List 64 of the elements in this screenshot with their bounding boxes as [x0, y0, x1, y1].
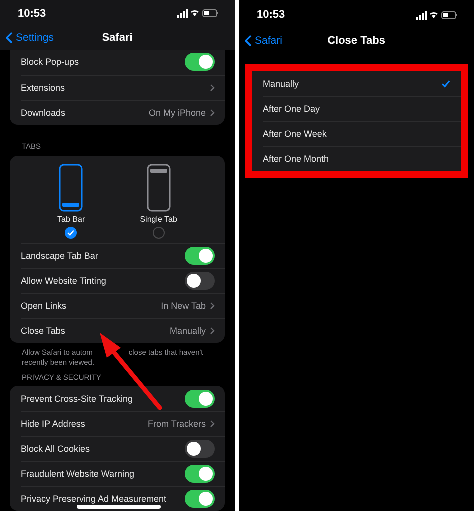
toggle-switch[interactable] [185, 272, 215, 290]
toggle-switch[interactable] [185, 246, 215, 265]
settings-row[interactable]: Open Links In New Tab [21, 292, 225, 318]
row-value: Manually [170, 326, 206, 336]
back-chevron-icon [245, 35, 252, 47]
row-value: From Trackers [148, 419, 206, 430]
screen-title: Safari [102, 32, 133, 44]
row-label: Hide IP Address [21, 419, 86, 430]
row-label: Downloads [21, 108, 66, 118]
phone-icon [59, 164, 84, 212]
layout-label: Tab Bar [58, 214, 86, 224]
status-time: 10:53 [18, 8, 46, 20]
option-row[interactable]: Manually [263, 71, 461, 96]
row-label: Privacy Preserving Ad Measurement [21, 494, 167, 504]
option-row[interactable]: After One Month [263, 146, 461, 171]
radio-button[interactable] [152, 226, 165, 239]
row-value: On My iPhone [148, 108, 206, 118]
settings-row[interactable]: Prevent Cross-Site Tracking [21, 386, 225, 412]
settings-row[interactable]: Fraudulent Website Warning [21, 461, 225, 486]
toggle-switch[interactable] [185, 53, 215, 72]
option-label: After One Month [263, 154, 330, 164]
row-label: Close Tabs [21, 326, 66, 336]
settings-row[interactable]: Extensions [21, 74, 225, 100]
chevron-icon [210, 420, 215, 428]
row-label: Allow Website Tinting [21, 276, 106, 286]
toggle-switch[interactable] [185, 440, 215, 458]
row-value: In New Tab [161, 300, 206, 311]
status-icons [177, 9, 219, 18]
settings-row[interactable]: Block All Cookies [21, 436, 225, 462]
toggle-switch[interactable] [185, 390, 215, 408]
row-label: Block All Cookies [21, 444, 90, 454]
screen-title: Close Tabs [328, 35, 386, 47]
checkmark-icon [441, 78, 451, 88]
settings-row[interactable]: Hide IP Address From Trackers [21, 411, 225, 436]
settings-row[interactable]: Allow Website Tinting [21, 268, 225, 293]
toggle-switch[interactable] [185, 490, 215, 508]
settings-row[interactable]: Downloads On My iPhone [21, 100, 225, 125]
back-button[interactable]: Safari [245, 35, 282, 47]
row-label: Landscape Tab Bar [21, 250, 98, 261]
row-label: Fraudulent Website Warning [21, 469, 135, 480]
settings-row[interactable]: Landscape Tab Bar [21, 242, 225, 268]
chevron-icon [210, 326, 215, 335]
row-label: Extensions [21, 82, 66, 93]
chevron-icon [210, 84, 215, 92]
back-button[interactable]: Settings [6, 32, 54, 44]
status-icons [416, 10, 458, 20]
back-chevron-icon [6, 32, 13, 44]
phone-icon [146, 164, 171, 212]
radio-button[interactable] [65, 226, 78, 239]
row-label: Prevent Cross-Site Tracking [21, 394, 134, 404]
settings-row[interactable]: Block Pop-ups [21, 50, 225, 75]
row-label: Open Links [21, 300, 67, 311]
chevron-icon [210, 302, 215, 310]
option-row[interactable]: After One Week [263, 121, 461, 146]
option-row[interactable]: After One Day [263, 96, 461, 121]
toggle-switch[interactable] [185, 465, 215, 484]
option-label: After One Week [263, 129, 327, 139]
status-time: 10:53 [257, 9, 286, 21]
option-label: After One Day [263, 104, 320, 114]
checkmark-icon [67, 228, 76, 237]
layout-label: Single Tab [140, 214, 178, 224]
row-label: Block Pop-ups [21, 57, 80, 68]
chevron-icon [210, 108, 215, 117]
option-label: Manually [263, 78, 300, 88]
